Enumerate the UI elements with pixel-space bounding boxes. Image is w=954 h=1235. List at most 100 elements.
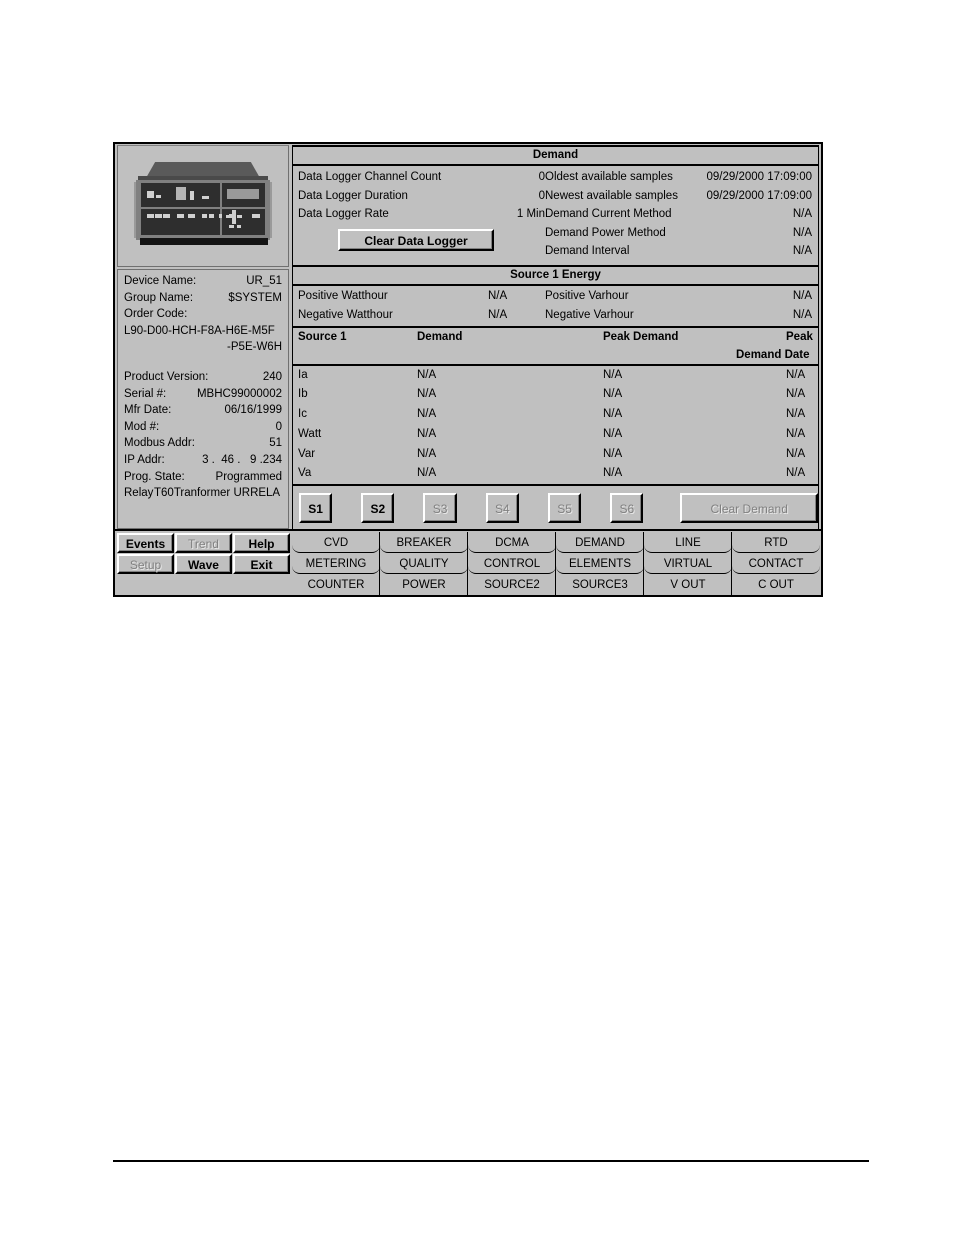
ip-addr-label: IP Addr: (124, 453, 165, 466)
tab-source3[interactable]: SOURCE3 (556, 574, 644, 595)
tab-demand[interactable]: DEMAND (556, 532, 644, 553)
tab-source2[interactable]: SOURCE2 (468, 574, 556, 595)
info-device-name: Device Name: UR_51 (124, 273, 282, 290)
clear-demand-button[interactable]: Clear Demand (680, 493, 818, 524)
exit-button[interactable]: Exit (233, 554, 290, 574)
device-image-frame (117, 145, 289, 267)
table-row: Data Logger Duration 0 (298, 187, 545, 206)
clear-data-logger-button[interactable]: Clear Data Logger (338, 228, 494, 251)
demand-section-title: Demand (293, 147, 818, 166)
row-label: Demand Current Method (545, 208, 672, 220)
cell-peak-demand-date: N/A (786, 408, 806, 421)
source-button-s2[interactable]: S2 (361, 493, 395, 524)
cell-peak-demand: N/A (603, 368, 623, 381)
tab-quality[interactable]: QUALITY (380, 553, 468, 574)
table-row: Data Logger Rate 1 Min (298, 205, 545, 224)
trend-button[interactable]: Trend (175, 533, 232, 553)
source-button-s4[interactable]: S4 (485, 493, 519, 524)
column-header-demand: Demand (417, 330, 463, 343)
tab-v-out[interactable]: V OUT (644, 574, 732, 595)
demand-right-column: Oldest available samples 09/29/2000 17:0… (545, 168, 818, 261)
info-relay-type: Relay T60Tranformer URRELA (124, 485, 282, 502)
row-label: Data Logger Rate (298, 208, 389, 220)
tab-column-3: DCMA CONTROL SOURCE2 (467, 532, 557, 595)
bottom-toolbar: Events Trend Help Setup Wave Exit CVD ME… (115, 529, 821, 595)
table-row: Ia N/A N/A N/A (293, 366, 818, 386)
table-row: Va N/A N/A N/A (293, 464, 818, 484)
cell-demand: N/A (417, 467, 437, 480)
order-code-line-2: -P5E-W6H (227, 341, 282, 354)
tab-cvd[interactable]: CVD (292, 532, 380, 553)
tab-column-1: CVD METERING COUNTER (292, 532, 381, 595)
source-button-s6[interactable]: S6 (610, 493, 644, 524)
row-label: Newest available samples (545, 189, 678, 202)
row-label: Demand Power Method (545, 226, 666, 239)
tab-control[interactable]: CONTROL (468, 553, 556, 574)
table-row: Demand Current Method N/A (545, 205, 812, 224)
column-header-source: Source 1 (298, 330, 347, 343)
tab-rtd[interactable]: RTD (732, 532, 820, 553)
tab-column-5: LINE VIRTUAL V OUT (643, 532, 733, 595)
prog-state-value: Programmed (215, 470, 282, 483)
relay-label: Relay (124, 487, 154, 500)
tab-column-6: RTD CONTACT C OUT (731, 532, 820, 595)
table-row: Demand Interval N/A (545, 242, 812, 261)
mod-value: 0 (275, 420, 282, 433)
demand-left-column: Data Logger Channel Count 0 Data Logger … (293, 168, 545, 261)
source-button-s5[interactable]: S5 (547, 493, 582, 524)
source-button-s1[interactable]: S1 (299, 493, 333, 524)
row-value-left: N/A (488, 289, 508, 302)
tab-elements[interactable]: ELEMENTS (556, 553, 644, 574)
info-ip-address: IP Addr: 3 . 46 . 9 .234 (124, 452, 282, 469)
cell-demand: N/A (417, 388, 437, 401)
column-header-peak-demand: Peak Demand (603, 330, 679, 343)
setup-button[interactable]: Setup (117, 554, 174, 574)
mod-label: Mod #: (124, 420, 160, 433)
tab-c-out[interactable]: C OUT (732, 574, 820, 595)
table-row: Watt N/A N/A N/A (293, 425, 818, 445)
tab-counter[interactable]: COUNTER (292, 574, 380, 595)
cell-peak-demand: N/A (603, 427, 623, 440)
prog-state-label: Prog. State: (124, 470, 185, 483)
row-value: N/A (792, 226, 812, 239)
cell-peak-demand-date: N/A (786, 368, 806, 381)
row-label: Demand Interval (545, 245, 630, 257)
metering-tab-grid: CVD METERING COUNTER BREAKER QUALITY POW… (291, 531, 821, 595)
page-footer-rule (113, 1160, 869, 1162)
modbus-addr-label: Modbus Addr: (124, 437, 195, 450)
demand-section: Demand Data Logger Channel Count 0 Data … (292, 145, 819, 266)
tab-virtual[interactable]: VIRTUAL (644, 553, 732, 574)
order-code-label: Order Code: (124, 308, 188, 321)
table-row: Ib N/A N/A N/A (293, 385, 818, 405)
tab-power[interactable]: POWER (380, 574, 468, 595)
table-row: Demand Power Method N/A (545, 224, 812, 243)
cell-demand: N/A (417, 368, 437, 381)
info-mfr-date: Mfr Date: 06/16/1999 (124, 402, 282, 419)
cell-peak-demand-date: N/A (786, 427, 806, 440)
source-button-s3[interactable]: S3 (423, 493, 457, 524)
command-row-bottom: Setup Wave Exit (117, 554, 291, 575)
help-button[interactable]: Help (233, 533, 290, 553)
table-row: Ic N/A N/A N/A (293, 405, 818, 425)
row-value: N/A (792, 208, 812, 220)
tab-breaker[interactable]: BREAKER (380, 532, 468, 553)
row-value-right: N/A (792, 289, 812, 302)
application-window: Device Name: UR_51 Group Name: $SYSTEM O… (113, 142, 823, 597)
column-header-peak-demand-date: Peak Demand Date (736, 330, 813, 361)
info-prog-state: Prog. State: Programmed (124, 469, 282, 486)
tab-line[interactable]: LINE (644, 532, 732, 553)
table-row: Var N/A N/A N/A (293, 445, 818, 465)
table-row: Oldest available samples 09/29/2000 17:0… (545, 168, 812, 187)
order-code-line-1: L90-D00-HCH-F8A-H6E-M5F (124, 324, 275, 337)
tab-contact[interactable]: CONTACT (732, 553, 820, 574)
info-product-version: Product Version: 240 (124, 369, 282, 386)
tab-dcma[interactable]: DCMA (468, 532, 556, 553)
serial-value: MBHC99000002 (196, 387, 282, 400)
tab-metering[interactable]: METERING (292, 553, 380, 574)
cell-peak-demand: N/A (603, 467, 623, 480)
cell-demand: N/A (417, 447, 437, 460)
events-button[interactable]: Events (117, 533, 174, 553)
wave-button[interactable]: Wave (175, 554, 232, 574)
device-info-panel: Device Name: UR_51 Group Name: $SYSTEM O… (115, 144, 291, 529)
device-name-value: UR_51 (246, 275, 282, 287)
